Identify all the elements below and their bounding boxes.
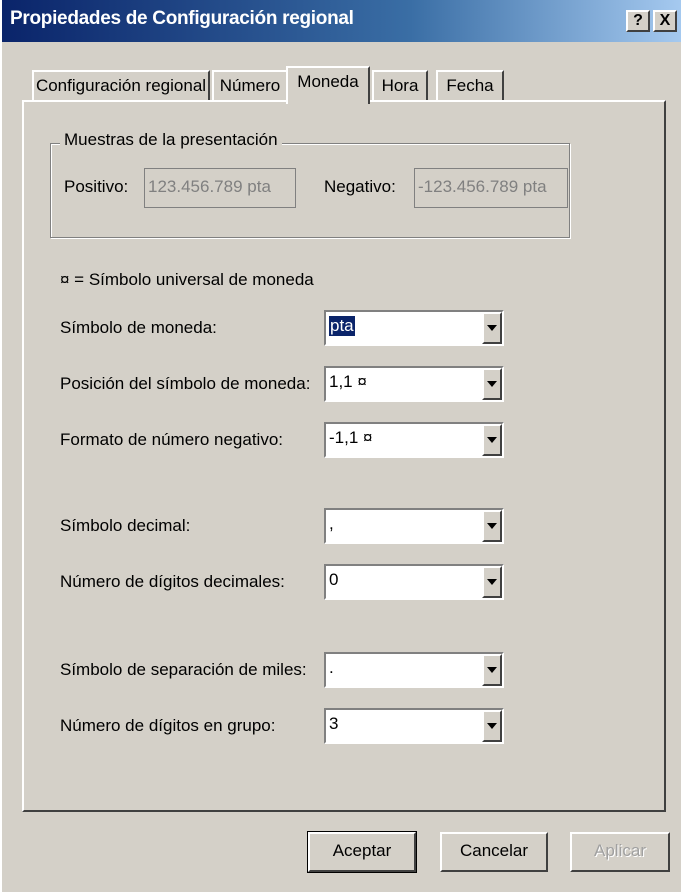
dropdown-arrow-icon[interactable] (482, 566, 502, 598)
dropdown-arrow-icon[interactable] (482, 424, 502, 456)
negative-sample-field: -123.456.789 pta (414, 168, 568, 208)
group-digits-combo[interactable]: 3 (324, 708, 504, 744)
apply-button[interactable]: Aplicar (570, 832, 670, 872)
negative-label: Negativo: (324, 177, 396, 196)
help-button[interactable]: ? (626, 10, 650, 32)
dropdown-arrow-icon[interactable] (482, 654, 502, 686)
samples-group-label: Muestras de la presentación (60, 130, 282, 150)
decimal-digits-value: 0 (329, 570, 339, 589)
group-digits-label: Número de dígitos en grupo: (60, 716, 276, 735)
cancel-button[interactable]: Cancelar (440, 832, 548, 872)
decimal-symbol-combo[interactable]: , (324, 508, 504, 544)
decimal-digits-combo[interactable]: 0 (324, 564, 504, 600)
regional-settings-dialog: Propiedades de Configuración regional ? … (0, 0, 681, 892)
thousands-separator-label: Símbolo de separación de miles: (60, 660, 307, 679)
dropdown-arrow-icon[interactable] (482, 312, 502, 344)
decimal-symbol-label: Símbolo decimal: (60, 516, 191, 535)
close-button[interactable]: X (653, 10, 677, 32)
group-digits-value: 3 (329, 714, 339, 733)
positive-sample-field: 123.456.789 pta (144, 168, 296, 208)
tab-moneda[interactable]: Moneda (286, 66, 370, 104)
tab-numero[interactable]: Número (212, 70, 288, 102)
tab-fecha[interactable]: Fecha (436, 70, 504, 102)
thousands-separator-combo[interactable]: . (324, 652, 504, 688)
decimal-symbol-value: , (329, 514, 334, 533)
symbol-position-combo[interactable]: 1,1 ¤ (324, 366, 504, 402)
positive-label: Positivo: (64, 177, 129, 196)
decimal-digits-label: Número de dígitos decimales: (60, 572, 285, 591)
tab-hora[interactable]: Hora (372, 70, 428, 102)
currency-symbol-label: Símbolo de moneda: (60, 318, 217, 337)
dropdown-arrow-icon[interactable] (482, 710, 502, 742)
currency-symbol-combo[interactable]: pta (324, 310, 504, 346)
window-title: Propiedades de Configuración regional (10, 8, 354, 29)
symbol-position-label: Posición del símbolo de moneda: (60, 374, 311, 393)
negative-format-value: -1,1 ¤ (329, 428, 373, 447)
ok-button[interactable]: Aceptar (307, 831, 417, 873)
tab-configuracion-regional[interactable]: Configuración regional (32, 70, 210, 102)
negative-format-label: Formato de número negativo: (60, 430, 284, 449)
universal-symbol-note: ¤ = Símbolo universal de moneda (60, 270, 314, 289)
currency-symbol-value: pta (329, 316, 355, 336)
dropdown-arrow-icon[interactable] (482, 368, 502, 400)
thousands-separator-value: . (329, 658, 334, 677)
negative-format-combo[interactable]: -1,1 ¤ (324, 422, 504, 458)
title-bar: Propiedades de Configuración regional ? … (2, 0, 681, 42)
symbol-position-value: 1,1 ¤ (329, 372, 367, 391)
dropdown-arrow-icon[interactable] (482, 510, 502, 542)
